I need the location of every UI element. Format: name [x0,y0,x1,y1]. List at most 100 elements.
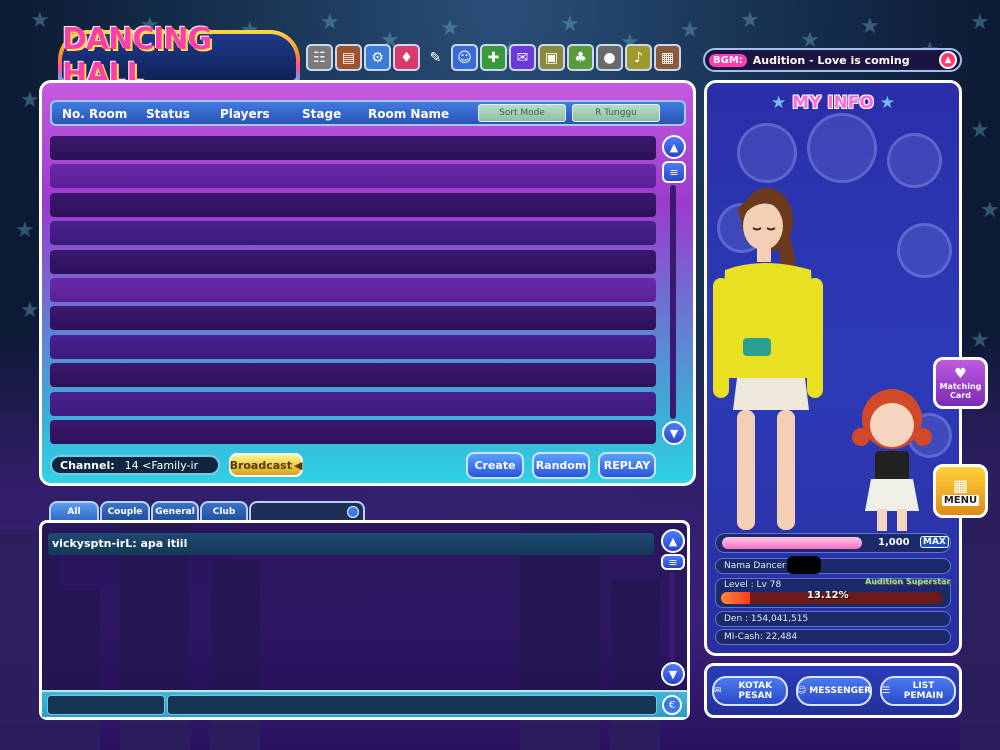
exp-fill [721,592,751,604]
room-row[interactable] [50,306,656,331]
room-row[interactable] [50,391,656,416]
max-badge: MAX [920,536,949,548]
my-info-title-text: MY INFO [792,93,874,113]
tab-club[interactable]: Club [200,501,248,521]
my-info-panel: ★ MY INFO ★ 1,000 MAX Nama Dancer Level … [704,80,962,656]
header-stage[interactable]: Stage [302,107,341,121]
level-text: Level : Lv 78 [724,580,782,590]
room-row[interactable] [50,164,656,189]
star-decoration: ★ [20,298,40,323]
room-scrollbar[interactable]: ▲ ≡ ▼ [662,135,686,445]
cards-icon[interactable]: ♣ [567,44,594,71]
room-list-panel: No. Room Status Players Stage Room Name … [39,80,696,486]
book-icon[interactable]: ▤ [335,44,362,71]
matching-card-label: Matching Card [939,382,982,400]
star-decoration: ★ [30,8,50,33]
popularity-count: 1,000 [878,537,910,548]
scroll-down-icon[interactable]: ▼ [662,421,686,445]
photo-icon[interactable]: ▣ [538,44,565,71]
scroll-track[interactable] [670,185,676,419]
room-row[interactable] [50,221,656,246]
broadcast-button[interactable]: Broadcast ◀ [229,453,303,477]
matching-card-button[interactable]: ♥ Matching Card [933,357,988,409]
chat-input-row: € [42,690,687,717]
room-row[interactable] [50,334,656,359]
chat-scroll-up-icon[interactable]: ▲ [661,529,685,553]
menu-button[interactable]: ▦ MENU [933,464,988,518]
chat-scroll-down-icon[interactable]: ▼ [661,662,685,686]
top-toolbar: ☷ ▤ ⚙ ♦ ✎ ☺ ✚ ✉ ▣ ♣ ● ♪ ▦ [306,44,681,71]
star-decoration: ★ [560,12,580,37]
bgm-song-title: Audition - Love is coming [752,53,910,67]
chat-filter-field[interactable] [249,501,365,521]
superstar-badge: Audition Superstar [865,577,951,586]
channel-value: 14 <Family-ir [124,458,199,472]
broadcast-label: Broadcast [229,458,292,472]
messenger-button[interactable]: ☺ MESSENGER [796,676,872,706]
chat-scroll-track[interactable] [669,572,675,660]
chat-scrollbar[interactable]: ▲ ≡ ▼ [661,529,685,686]
gift-icon[interactable]: ✉ [509,44,536,71]
wand-icon[interactable]: ✎ [422,44,449,71]
shop-icon[interactable]: ♦ [393,44,420,71]
player-avatar [713,188,823,530]
tab-couple[interactable]: Couple [100,501,150,521]
chat-send-icon[interactable]: € [662,695,682,715]
tab-general[interactable]: General [151,501,199,521]
bottom-buttons: ✉ KOTAK PESAN ☺ MESSENGER ☰ LIST PEMAIN [704,663,962,718]
chat-message: vickysptn-irL: apa itiil [48,533,654,555]
folder-icon[interactable]: ▦ [654,44,681,71]
room-row[interactable] [50,363,656,388]
chat-message-input[interactable] [167,695,657,715]
header-no-room[interactable]: No. Room [62,107,127,121]
list-pemain-button[interactable]: ☰ LIST PEMAIN [880,676,956,706]
header-status[interactable]: Status [146,107,190,121]
sort-mode-button[interactable]: Sort Mode [478,104,566,122]
r-tunggu-button[interactable]: R Tunggu [572,104,660,122]
menu-label: MENU [941,495,980,506]
star-decoration: ★ [320,10,340,35]
room-row[interactable] [50,192,656,217]
star-decoration: ★ [15,218,35,243]
random-button[interactable]: Random [532,452,590,479]
popularity-bar: 1,000 MAX [715,533,951,553]
scroll-up-icon[interactable]: ▲ [662,135,686,159]
chat-scroll-thumb-icon[interactable]: ≡ [661,554,685,570]
channel-display: Channel: 14 <Family-ir [50,455,220,475]
star-decoration: ★ [860,14,880,39]
puzzle-icon[interactable]: ✚ [480,44,507,71]
channel-label: Channel: [60,458,115,472]
record-icon[interactable]: ● [596,44,623,71]
kotak-pesan-button[interactable]: ✉ KOTAK PESAN [712,676,788,706]
mail-icon: ✉ [714,686,722,696]
family-icon[interactable]: ☷ [306,44,333,71]
kotak-pesan-label: KOTAK PESAN [738,681,773,701]
chat-icon: ☺ [796,686,807,696]
note-icon[interactable]: ♪ [625,44,652,71]
room-row[interactable] [50,419,656,444]
scroll-thumb-icon[interactable]: ≡ [662,161,686,183]
room-row[interactable] [50,249,656,274]
bgm-bar: BGM: Audition - Love is coming ▲ [703,48,962,72]
face-icon[interactable]: ☺ [451,44,478,71]
chat-target-input[interactable] [47,695,165,715]
star-decoration: ★ [740,8,760,33]
stat-mcash: MI-Cash: 22,484 [715,629,951,645]
create-button[interactable]: Create [466,452,524,479]
header-room-name[interactable]: Room Name [368,107,449,121]
replay-button[interactable]: REPLAY [598,452,656,479]
star-decoration: ★ [980,198,1000,223]
redacted-name [787,556,821,574]
list-pemain-label: LIST PEMAIN [903,681,944,701]
room-row[interactable] [50,136,656,160]
tab-all[interactable]: All [49,501,99,521]
bgm-stop-icon[interactable]: ▲ [939,51,957,69]
gear-icon[interactable]: ⚙ [364,44,391,71]
room-row[interactable] [50,277,656,302]
bgm-label: BGM: [709,53,747,67]
chat-filter-icon[interactable] [347,506,359,518]
header-players[interactable]: Players [220,107,270,121]
exp-percent: 13.12% [807,590,849,601]
chat-tabs: All Couple General Club [49,501,365,521]
chat-panel: vickysptn-irL: apa itiil ▲ ≡ ▼ € [39,520,690,720]
